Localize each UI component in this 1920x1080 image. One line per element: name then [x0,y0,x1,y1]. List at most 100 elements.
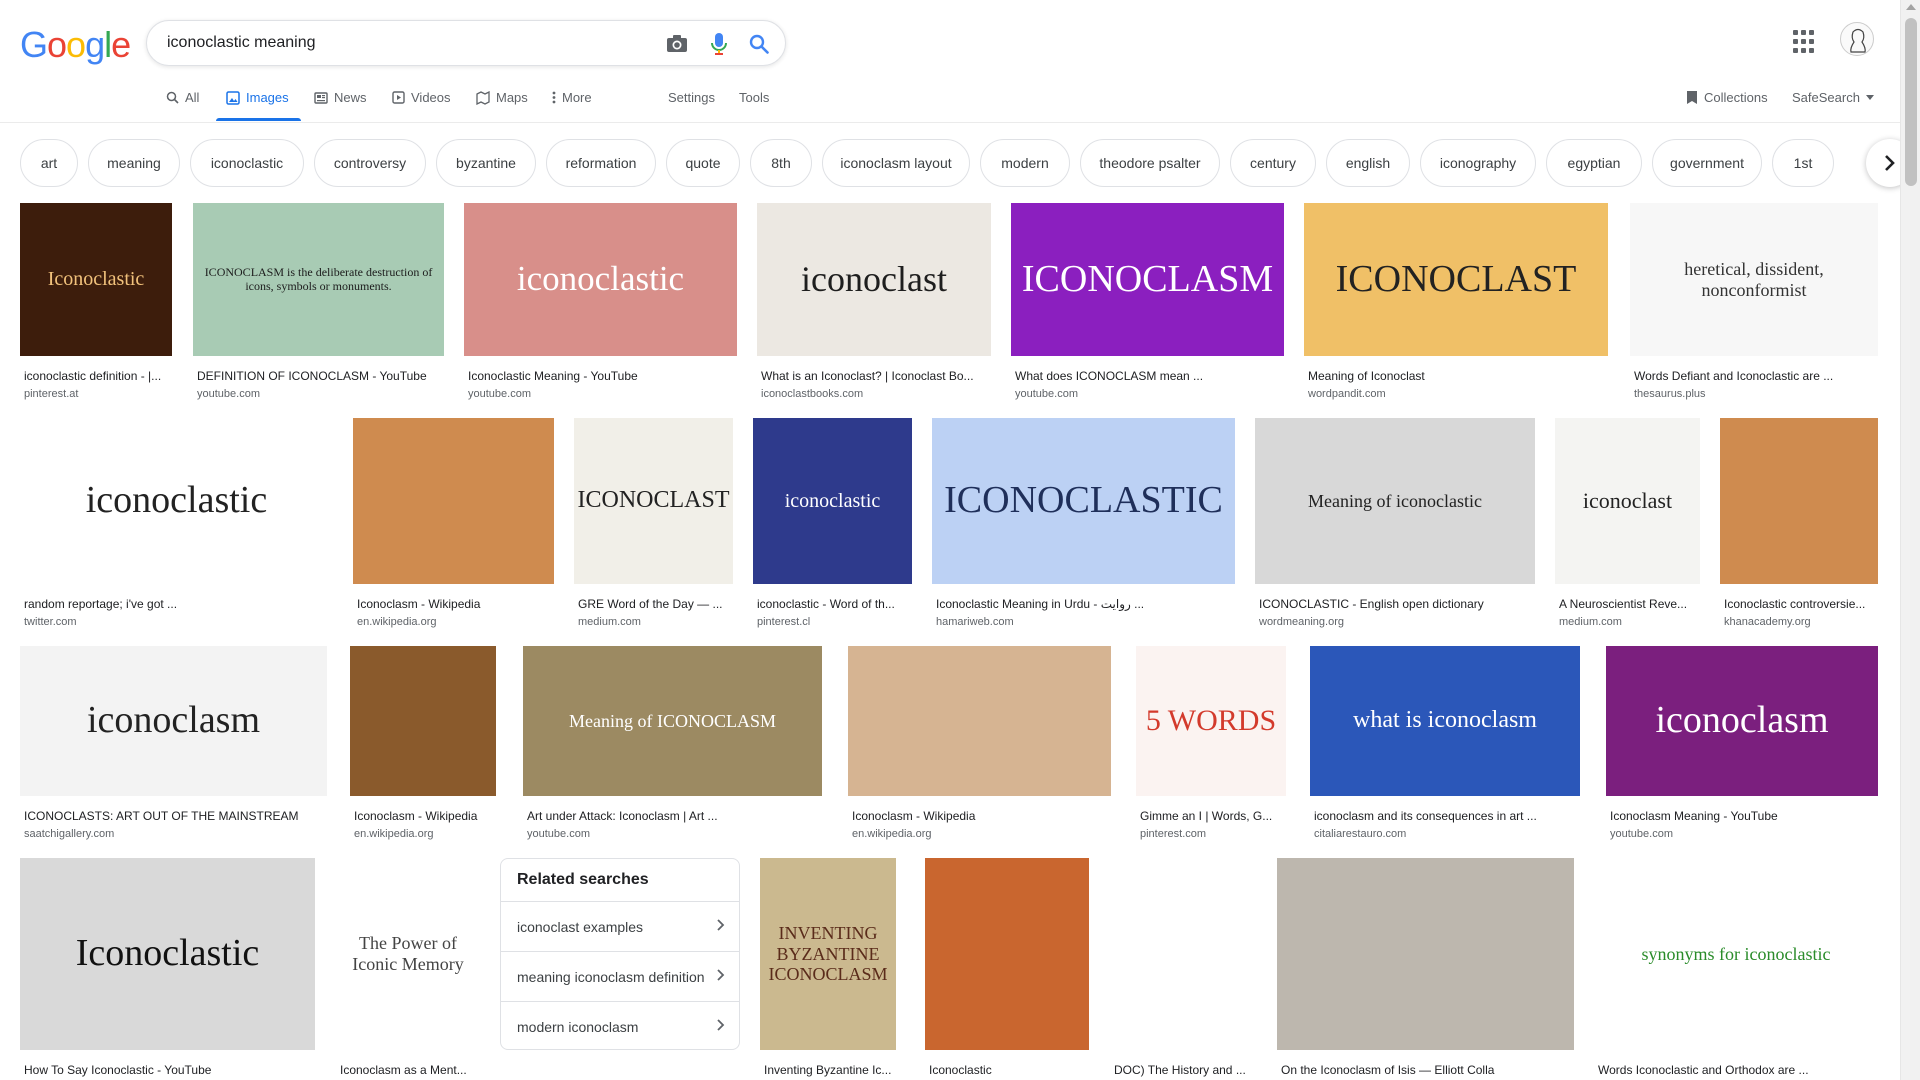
result-title[interactable]: iconoclasm and its consequences in art .… [1314,809,1580,823]
tab-all[interactable]: All [166,90,199,105]
result-title[interactable]: iconoclastic definition - |... [24,369,172,383]
google-logo[interactable]: Google [20,24,131,66]
result-thumbnail[interactable]: The Power of Iconic Memory [336,858,480,1050]
scroll-up-arrow-icon[interactable] [1906,4,1916,10]
image-result[interactable]: ICONOCLASM What does ICONOCLASM mean ... y… [1011,203,1284,400]
tab-more[interactable]: More [552,90,592,105]
page-scrollbar[interactable] [1900,0,1920,1080]
result-thumbnail[interactable]: iconoclast [757,203,991,356]
image-result[interactable]: ICONOCLASM is the deliberate destruction… [193,203,444,400]
chip-reformation[interactable]: reformation [546,139,656,187]
chip-iconoclastic[interactable]: iconoclastic [190,139,304,187]
result-title[interactable]: Iconoclasm - Wikipedia [852,809,1111,823]
chip-8th[interactable]: 8th [750,139,812,187]
result-thumbnail[interactable] [848,646,1111,796]
image-result[interactable]: Iconoclastic iconoclastic definition - |.… [20,203,172,400]
result-title[interactable]: random reportage; i've got ... [24,597,333,611]
chip-century[interactable]: century [1230,139,1316,187]
result-thumbnail[interactable] [350,646,496,796]
image-result[interactable]: Meaning of ICONOCLASM Art under Attack: I… [523,646,822,840]
search-input[interactable] [167,29,627,57]
result-title[interactable]: Iconoclastic controversie... [1724,597,1878,611]
result-thumbnail[interactable]: ICONOCLASTIC [932,418,1235,584]
image-result[interactable]: DOC) The History and ... [1110,858,1257,1080]
result-title[interactable]: ICONOCLASTS: ART OUT OF THE MAINSTREAM [24,809,327,823]
result-title[interactable]: Iconoclasm as a Ment... [340,1063,480,1077]
image-result[interactable]: Iconoclastic controversie... khanacademy.… [1720,418,1878,628]
chip-1st[interactable]: 1st [1772,139,1834,187]
result-thumbnail[interactable]: INVENTING BYZANTINE ICONOCLASM [760,858,896,1050]
result-title[interactable]: Gimme an I | Words, G... [1140,809,1286,823]
result-title[interactable]: How To Say Iconoclastic - YouTube [24,1063,315,1077]
tab-videos[interactable]: Videos [392,90,451,105]
result-title[interactable]: Meaning of Iconoclast [1308,369,1608,383]
tab-news[interactable]: News [314,90,367,105]
result-title[interactable]: Iconoclastic Meaning in Urdu - روایت ... [936,597,1235,611]
chip-theodore-psalter[interactable]: theodore psalter [1080,139,1220,187]
result-title[interactable]: Art under Attack: Iconoclasm | Art ... [527,809,822,823]
apps-grid-icon[interactable] [1793,30,1817,54]
image-result[interactable]: what is iconoclasm iconoclasm and its con… [1310,646,1580,840]
chip-iconoclasm-layout[interactable]: iconoclasm layout [822,139,970,187]
result-title[interactable]: iconoclastic - Word of th... [757,597,912,611]
tab-tools[interactable]: Tools [739,90,769,105]
result-thumbnail[interactable]: synonyms for iconoclastic [1594,858,1878,1050]
chip-art[interactable]: art [20,139,78,187]
related-search-item[interactable]: meaning iconoclasm definition [501,951,739,1001]
result-thumbnail[interactable]: iconoclastic [20,418,333,584]
related-search-item[interactable]: modern iconoclasm [501,1001,739,1051]
image-result[interactable]: On the Iconoclasm of Isis — Elliott Coll… [1277,858,1574,1080]
image-result[interactable]: iconoclasm ICONOCLASTS: ART OUT OF THE MA… [20,646,327,840]
chip-egyptian[interactable]: egyptian [1546,139,1642,187]
image-result[interactable]: ICONOCLAST Meaning of Iconoclast wordpandi… [1304,203,1608,400]
result-thumbnail[interactable] [1277,858,1574,1050]
result-thumbnail[interactable]: 5 WORDS [1136,646,1286,796]
result-thumbnail[interactable] [1110,858,1257,1050]
chip-quote[interactable]: quote [666,139,740,187]
result-title[interactable]: GRE Word of the Day — ... [578,597,733,611]
chip-english[interactable]: english [1326,139,1410,187]
result-title[interactable]: What is an Iconoclast? | Iconoclast Bo..… [761,369,991,383]
related-search-item[interactable]: iconoclast examples [501,901,739,951]
tab-images[interactable]: Images [226,90,289,105]
result-title[interactable]: Iconoclasm - Wikipedia [357,597,554,611]
chip-controversy[interactable]: controversy [314,139,426,187]
collections-button[interactable]: Collections [1686,90,1768,105]
result-thumbnail[interactable] [925,858,1089,1050]
image-result[interactable]: Iconoclasm - Wikipedia en.wikipedia.org [353,418,554,628]
result-thumbnail[interactable]: iconoclasm [1606,646,1878,796]
image-result[interactable]: Meaning of iconoclastic ICONOCLASTIC - En… [1255,418,1535,628]
result-title[interactable]: Inventing Byzantine Ic... [764,1063,896,1077]
image-result[interactable]: The Power of Iconic Memory Iconoclasm as … [336,858,480,1080]
result-thumbnail[interactable]: iconoclasm [20,646,327,796]
image-result[interactable]: ICONOCLAST GRE Word of the Day — ... mediu… [574,418,733,628]
result-thumbnail[interactable] [1720,418,1878,584]
result-thumbnail[interactable]: ICONOCLASM [1011,203,1284,356]
result-thumbnail[interactable]: iconoclast [1555,418,1700,584]
image-result[interactable]: Iconoclasm - Wikipedia en.wikipedia.org [848,646,1111,840]
result-title[interactable]: DOC) The History and ... [1114,1063,1257,1077]
result-thumbnail[interactable]: Meaning of iconoclastic [1255,418,1535,584]
chip-modern[interactable]: modern [980,139,1070,187]
result-title[interactable]: Iconoclastic [929,1063,1089,1077]
result-title[interactable]: A Neuroscientist Reve... [1559,597,1700,611]
result-thumbnail[interactable]: ICONOCLAST [1304,203,1608,356]
result-title[interactable]: What does ICONOCLASM mean ... [1015,369,1284,383]
result-thumbnail[interactable]: iconoclastic [753,418,912,584]
tab-settings[interactable]: Settings [668,90,715,105]
result-title[interactable]: Iconoclasm - Wikipedia [354,809,496,823]
result-title[interactable]: DEFINITION OF ICONOCLASM - YouTube [197,369,444,383]
result-thumbnail[interactable]: heretical, dissident, nonconformist [1630,203,1878,356]
result-thumbnail[interactable]: Iconoclastic [20,858,315,1050]
chip-byzantine[interactable]: byzantine [436,139,536,187]
image-result[interactable]: iconoclastic Iconoclastic Meaning - YouTu… [464,203,737,400]
account-avatar[interactable] [1840,22,1874,56]
image-result[interactable]: Iconoclastic How To Say Iconoclastic - Yo… [20,858,315,1080]
image-result[interactable]: Iconoclastic [925,858,1089,1080]
image-result[interactable]: iconoclastic iconoclastic - Word of th...… [753,418,912,628]
image-result[interactable]: INVENTING BYZANTINE ICONOCLASM Inventing … [760,858,896,1080]
result-title[interactable]: Iconoclastic Meaning - YouTube [468,369,737,383]
result-thumbnail[interactable] [353,418,554,584]
result-thumbnail[interactable]: ICONOCLASM is the deliberate destruction… [193,203,444,356]
search-icon[interactable] [747,32,771,56]
